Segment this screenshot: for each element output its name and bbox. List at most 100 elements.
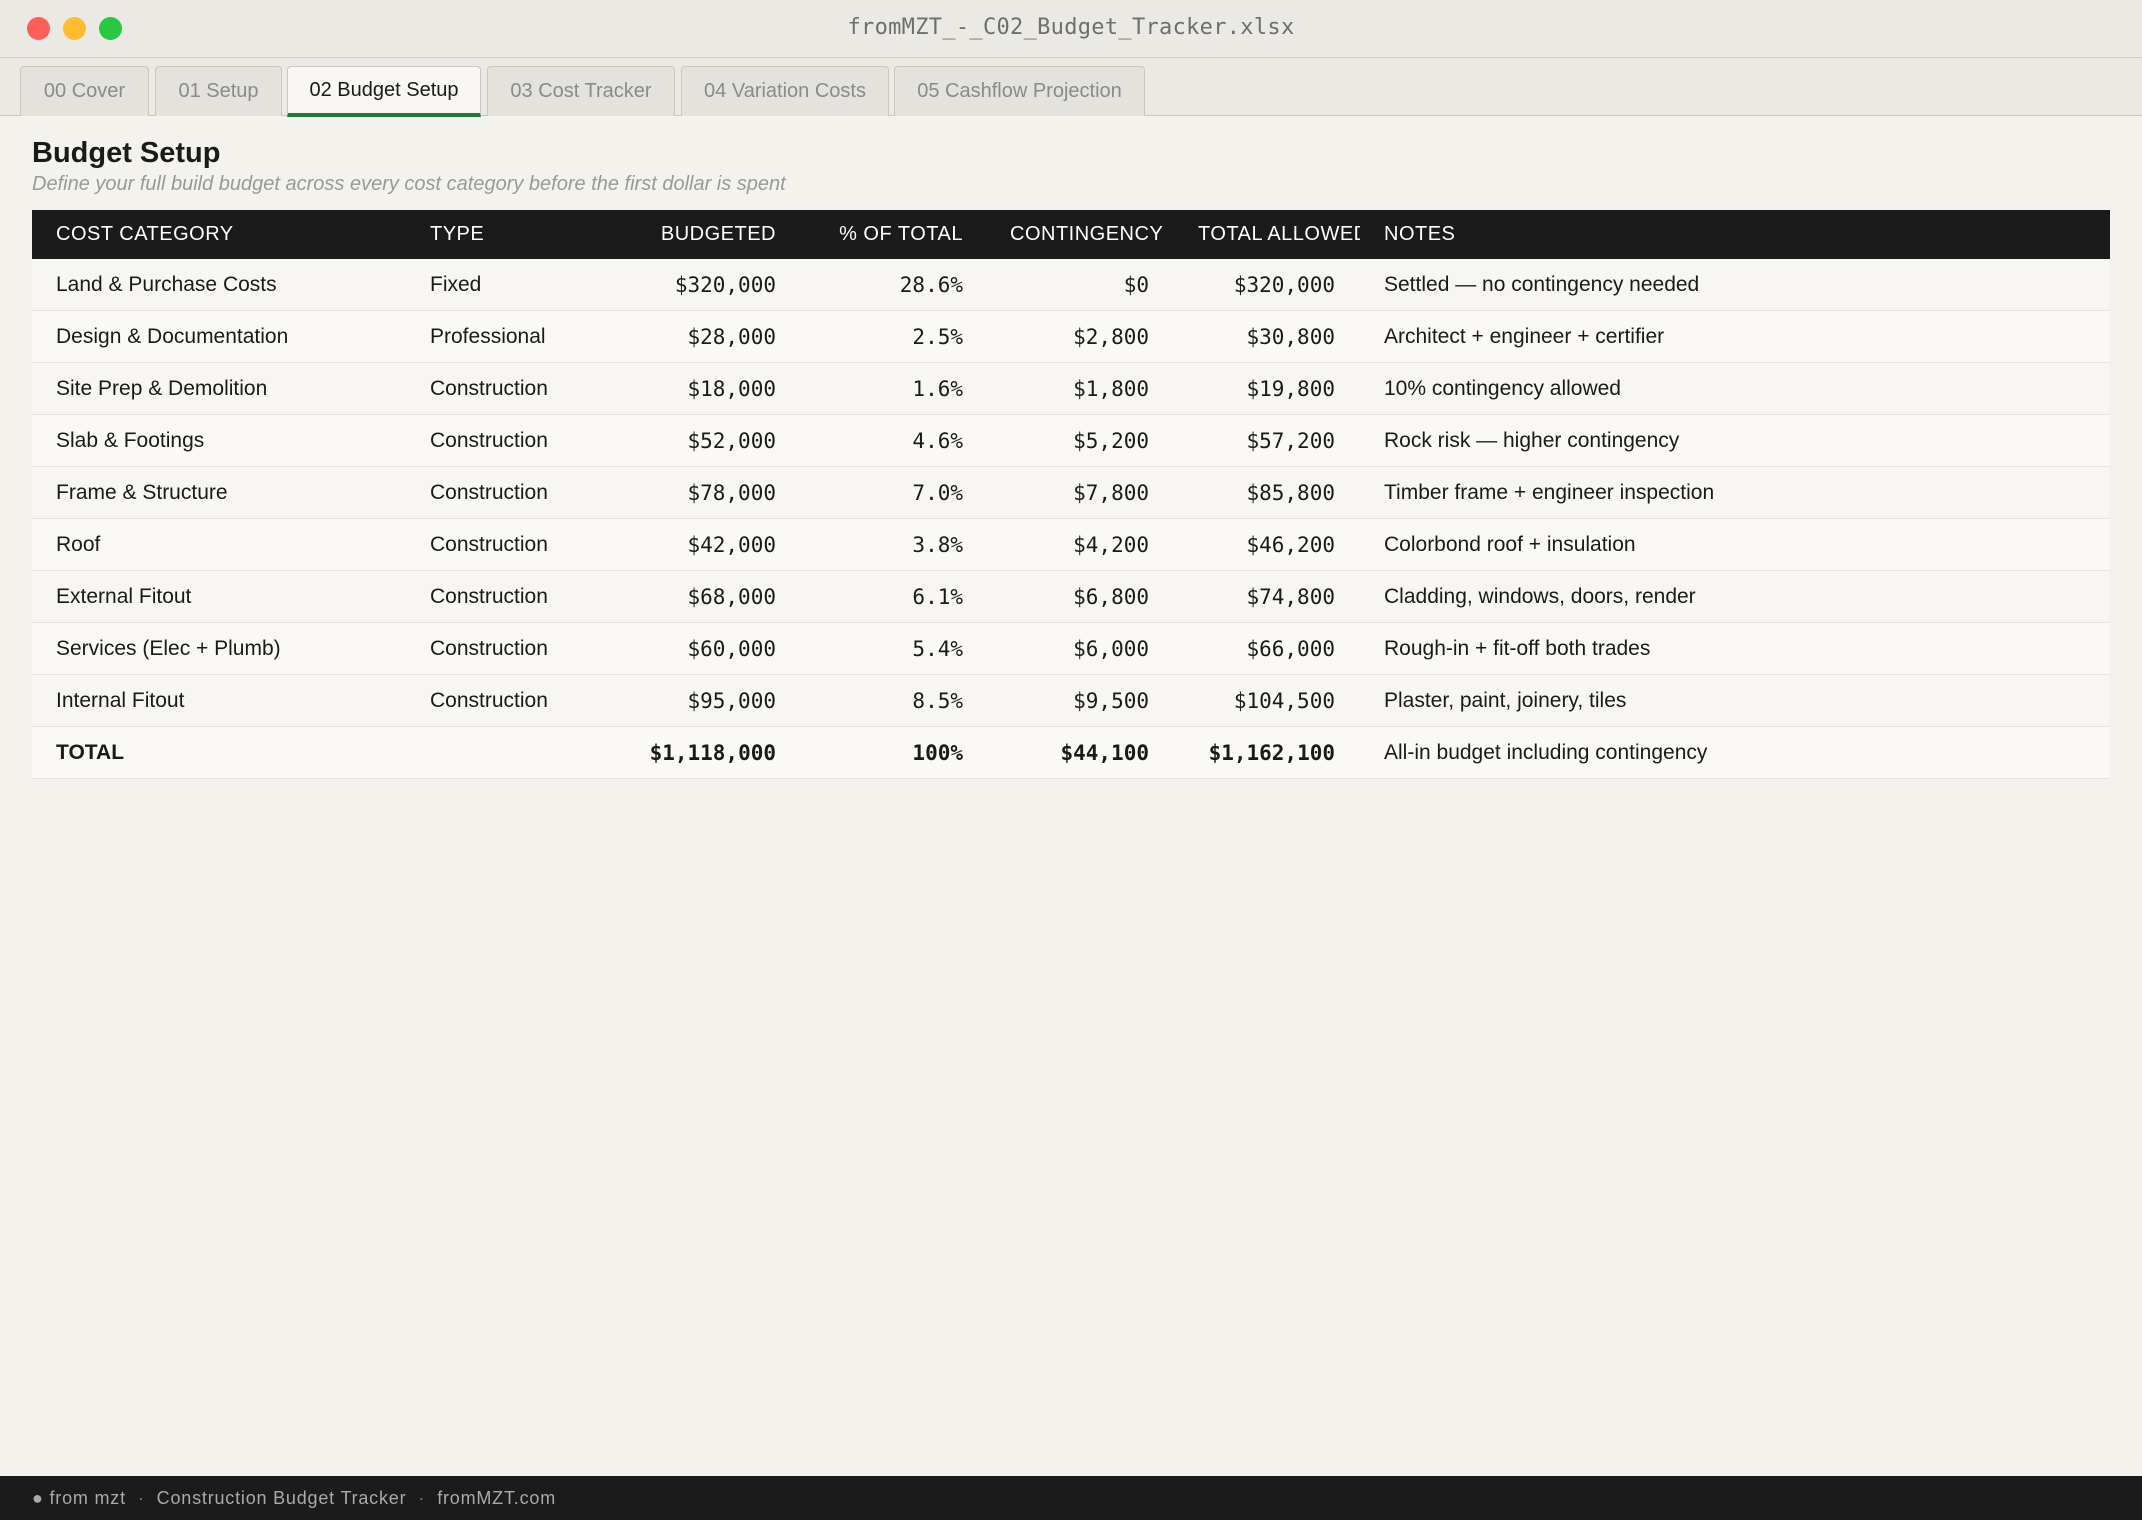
cell-budgeted[interactable]: $78,000 xyxy=(592,467,776,519)
cell-pct-of-total[interactable]: 5.4% xyxy=(792,623,963,675)
cell-pct-of-total[interactable]: 28.6% xyxy=(792,259,963,311)
tab-02-budget-setup[interactable]: 02 Budget Setup xyxy=(287,66,481,117)
cell-pct-of-total[interactable]: 3.8% xyxy=(792,519,963,571)
cell-category[interactable]: Frame & Structure xyxy=(56,467,406,519)
cell-category[interactable]: Site Prep & Demolition xyxy=(56,363,406,415)
cell-total-contingency[interactable]: $44,100 xyxy=(972,727,1149,779)
cell-total-allowed[interactable]: $85,800 xyxy=(1162,467,1335,519)
header-contingency[interactable]: CONTINGENCY xyxy=(1010,210,1199,259)
table-row[interactable]: Land & Purchase Costs Fixed $320,000 28.… xyxy=(32,259,2110,311)
table-row[interactable]: Roof Construction $42,000 3.8% $4,200 $4… xyxy=(32,519,2110,571)
total-row[interactable]: TOTAL $1,118,000 100% $44,100 $1,162,100… xyxy=(32,727,2110,779)
cell-budgeted[interactable]: $18,000 xyxy=(592,363,776,415)
header-notes[interactable]: NOTES xyxy=(1384,210,1455,259)
cell-pct-of-total[interactable]: 6.1% xyxy=(792,571,963,623)
cell-pct-of-total[interactable]: 7.0% xyxy=(792,467,963,519)
cell-notes[interactable]: Timber frame + engineer inspection xyxy=(1384,467,2084,519)
tab-01-setup[interactable]: 01 Setup xyxy=(155,66,282,116)
cell-category[interactable]: Internal Fitout xyxy=(56,675,406,727)
cell-total-label[interactable]: TOTAL xyxy=(56,727,406,779)
cell-contingency[interactable]: $2,800 xyxy=(972,311,1149,363)
cell-type[interactable]: Construction xyxy=(430,415,610,467)
cell-category[interactable]: External Fitout xyxy=(56,571,406,623)
cell-budgeted[interactable]: $68,000 xyxy=(592,571,776,623)
cell-contingency[interactable]: $5,200 xyxy=(972,415,1149,467)
cell-category[interactable]: Slab & Footings xyxy=(56,415,406,467)
cell-total-allowed[interactable]: $104,500 xyxy=(1162,675,1335,727)
cell-total-pct[interactable]: 100% xyxy=(792,727,963,779)
tab-04-variation-costs[interactable]: 04 Variation Costs xyxy=(681,66,889,116)
cell-contingency[interactable]: $9,500 xyxy=(972,675,1149,727)
footer-bar: ● from mzt · Construction Budget Tracker · f… xyxy=(0,1476,2142,1520)
cell-budgeted[interactable]: $28,000 xyxy=(592,311,776,363)
cell-type[interactable]: Construction xyxy=(430,675,610,727)
cell-notes[interactable]: Architect + engineer + certifier xyxy=(1384,311,2084,363)
cell-type[interactable]: Fixed xyxy=(430,259,610,311)
cell-notes[interactable]: Plaster, paint, joinery, tiles xyxy=(1384,675,2084,727)
tab-00-cover[interactable]: 00 Cover xyxy=(20,66,149,116)
cell-budgeted[interactable]: $320,000 xyxy=(592,259,776,311)
cell-category[interactable]: Services (Elec + Plumb) xyxy=(56,623,406,675)
cell-budgeted[interactable]: $60,000 xyxy=(592,623,776,675)
header-pct-of-total[interactable]: % OF TOTAL xyxy=(792,210,963,259)
header-total-allowed[interactable]: TOTAL ALLOWED xyxy=(1198,210,1360,259)
cell-pct-of-total[interactable]: 1.6% xyxy=(792,363,963,415)
footer-site-link[interactable]: fromMZT.com xyxy=(437,1488,556,1508)
cell-type[interactable] xyxy=(430,727,610,779)
cell-total-allowed[interactable]: $19,800 xyxy=(1162,363,1335,415)
cell-contingency[interactable]: $7,800 xyxy=(972,467,1149,519)
table-row[interactable]: Internal Fitout Construction $95,000 8.5… xyxy=(32,675,2110,727)
table-row[interactable]: Services (Elec + Plumb) Construction $60… xyxy=(32,623,2110,675)
cell-budgeted[interactable]: $95,000 xyxy=(592,675,776,727)
cell-contingency[interactable]: $1,800 xyxy=(972,363,1149,415)
table-row[interactable]: Slab & Footings Construction $52,000 4.6… xyxy=(32,415,2110,467)
sheet-tab-bar: 00 Cover 01 Setup 02 Budget Setup 03 Cos… xyxy=(0,58,2142,117)
table-row[interactable]: Frame & Structure Construction $78,000 7… xyxy=(32,467,2110,519)
cell-notes[interactable]: Colorbond roof + insulation xyxy=(1384,519,2084,571)
cell-category[interactable]: Design & Documentation xyxy=(56,311,406,363)
cell-total-allowed[interactable]: $46,200 xyxy=(1162,519,1335,571)
tab-05-cashflow-projection[interactable]: 05 Cashflow Projection xyxy=(894,66,1145,116)
table-row[interactable]: Site Prep & Demolition Construction $18,… xyxy=(32,363,2110,415)
cell-type[interactable]: Construction xyxy=(430,623,610,675)
cell-total-allowed[interactable]: $30,800 xyxy=(1162,311,1335,363)
footer-product: Construction Budget Tracker xyxy=(156,1488,407,1508)
cell-pct-of-total[interactable]: 4.6% xyxy=(792,415,963,467)
cell-notes[interactable]: Rock risk — higher contingency xyxy=(1384,415,2084,467)
cell-type[interactable]: Construction xyxy=(430,363,610,415)
page-title: Budget Setup xyxy=(32,137,221,169)
cell-total-allowed[interactable]: $320,000 xyxy=(1162,259,1335,311)
cell-budgeted[interactable]: $52,000 xyxy=(592,415,776,467)
cell-total-allowed[interactable]: $57,200 xyxy=(1162,415,1335,467)
cell-notes[interactable]: Rough-in + fit-off both trades xyxy=(1384,623,2084,675)
footer-separator: · xyxy=(137,1488,145,1508)
cell-contingency[interactable]: $0 xyxy=(972,259,1149,311)
cell-category[interactable]: Roof xyxy=(56,519,406,571)
cell-total-allowed[interactable]: $66,000 xyxy=(1162,623,1335,675)
cell-category[interactable]: Land & Purchase Costs xyxy=(56,259,406,311)
cell-type[interactable]: Professional xyxy=(430,311,610,363)
cell-grand-total-allowed[interactable]: $1,162,100 xyxy=(1162,727,1335,779)
tab-03-cost-tracker[interactable]: 03 Cost Tracker xyxy=(487,66,675,116)
cell-budgeted[interactable]: $42,000 xyxy=(592,519,776,571)
cell-pct-of-total[interactable]: 8.5% xyxy=(792,675,963,727)
cell-contingency[interactable]: $6,000 xyxy=(972,623,1149,675)
cell-notes[interactable]: Cladding, windows, doors, render xyxy=(1384,571,2084,623)
cell-type[interactable]: Construction xyxy=(430,467,610,519)
cell-contingency[interactable]: $4,200 xyxy=(972,519,1149,571)
cell-total-allowed[interactable]: $74,800 xyxy=(1162,571,1335,623)
cell-total-notes[interactable]: All-in budget including contingency xyxy=(1384,727,2084,779)
cell-notes[interactable]: Settled — no contingency needed xyxy=(1384,259,2084,311)
header-budgeted[interactable]: BUDGETED xyxy=(592,210,776,259)
cell-type[interactable]: Construction xyxy=(430,519,610,571)
cell-total-budgeted[interactable]: $1,118,000 xyxy=(592,727,776,779)
header-type[interactable]: TYPE xyxy=(430,210,484,259)
cell-notes[interactable]: 10% contingency allowed xyxy=(1384,363,2084,415)
budget-table: COST CATEGORY TYPE BUDGETED % OF TOTAL C… xyxy=(32,210,2110,779)
table-row[interactable]: Design & Documentation Professional $28,… xyxy=(32,311,2110,363)
cell-type[interactable]: Construction xyxy=(430,571,610,623)
header-cost-category[interactable]: COST CATEGORY xyxy=(56,210,234,259)
table-row[interactable]: External Fitout Construction $68,000 6.1… xyxy=(32,571,2110,623)
cell-contingency[interactable]: $6,800 xyxy=(972,571,1149,623)
cell-pct-of-total[interactable]: 2.5% xyxy=(792,311,963,363)
